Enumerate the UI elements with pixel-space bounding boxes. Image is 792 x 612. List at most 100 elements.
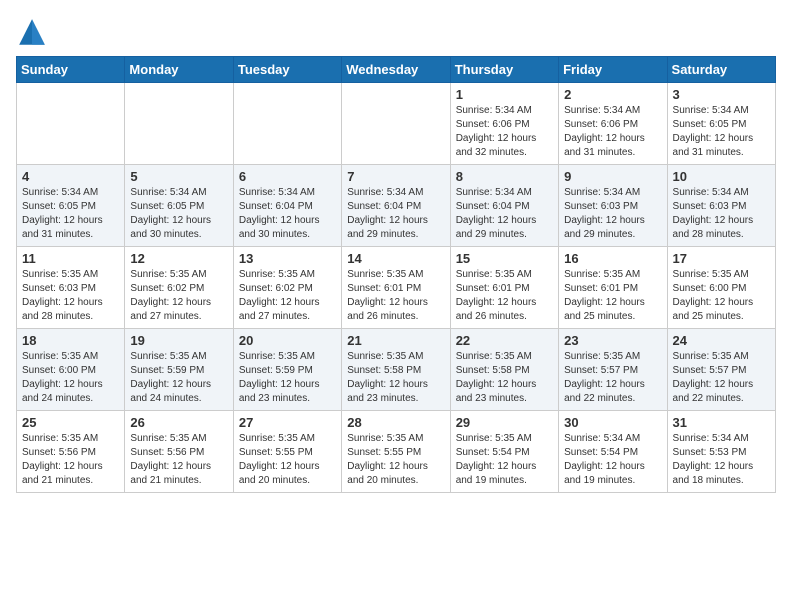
day-cell: 25Sunrise: 5:35 AM Sunset: 5:56 PM Dayli…: [17, 411, 125, 493]
day-cell: 2Sunrise: 5:34 AM Sunset: 6:06 PM Daylig…: [559, 83, 667, 165]
day-info: Sunrise: 5:35 AM Sunset: 5:55 PM Dayligh…: [347, 432, 445, 488]
day-cell: 7 Sunrise: 5:34 AM Sunset: 6:04 PM Daylig…: [342, 165, 450, 247]
day-number: 30: [564, 415, 662, 430]
day-cell: 5 Sunrise: 5:34 AM Sunset: 6:05 PM Daylig…: [125, 165, 233, 247]
day-info: Sunrise: 5:34 AM Sunset: 6:05 PM Dayligh…: [130, 186, 228, 242]
day-cell: 14 Sunrise: 5:35 AM Sunset: 6:01 PM Dayli…: [342, 247, 450, 329]
day-cell: [233, 83, 341, 165]
header: [16, 16, 776, 48]
day-number: 4: [22, 169, 120, 184]
header-sunday: Sunday: [17, 57, 125, 83]
day-cell: 11 Sunrise: 5:35 AM Sunset: 6:03 PM Dayli…: [17, 247, 125, 329]
day-cell: 22 Sunrise: 5:35 AM Sunset: 5:58 PM Dayli…: [450, 329, 558, 411]
day-cell: 16Sunrise: 5:35 AM Sunset: 6:01 PM Dayli…: [559, 247, 667, 329]
day-cell: 31 Sunrise: 5:34 AM Sunset: 5:53 PM Dayli…: [667, 411, 775, 493]
day-info: Sunrise: 5:34 AM Sunset: 6:03 PM Dayligh…: [564, 186, 662, 242]
day-cell: 19 Sunrise: 5:35 AM Sunset: 5:59 PM Dayli…: [125, 329, 233, 411]
day-number: 9: [564, 169, 662, 184]
day-info: Sunrise: 5:35 AM Sunset: 5:55 PM Dayligh…: [239, 432, 337, 488]
day-number: 11: [22, 251, 120, 266]
day-info: Sunrise: 5:35 AM Sunset: 5:57 PM Dayligh…: [673, 350, 771, 406]
day-info: Sunrise: 5:34 AM Sunset: 5:54 PM Dayligh…: [564, 432, 662, 488]
day-cell: 23Sunrise: 5:35 AM Sunset: 5:57 PM Dayli…: [559, 329, 667, 411]
day-number: 16: [564, 251, 662, 266]
week-row-0: 1 Sunrise: 5:34 AM Sunset: 6:06 PM Daylig…: [17, 83, 776, 165]
day-info: Sunrise: 5:34 AM Sunset: 6:04 PM Dayligh…: [239, 186, 337, 242]
week-row-3: 18 Sunrise: 5:35 AM Sunset: 6:00 PM Dayli…: [17, 329, 776, 411]
day-info: Sunrise: 5:34 AM Sunset: 6:05 PM Dayligh…: [22, 186, 120, 242]
day-info: Sunrise: 5:35 AM Sunset: 5:57 PM Dayligh…: [564, 350, 662, 406]
day-number: 14: [347, 251, 445, 266]
day-info: Sunrise: 5:35 AM Sunset: 5:59 PM Dayligh…: [130, 350, 228, 406]
header-saturday: Saturday: [667, 57, 775, 83]
day-number: 22: [456, 333, 554, 348]
day-info: Sunrise: 5:34 AM Sunset: 6:05 PM Dayligh…: [673, 104, 771, 160]
day-number: 6: [239, 169, 337, 184]
day-cell: 1 Sunrise: 5:34 AM Sunset: 6:06 PM Daylig…: [450, 83, 558, 165]
day-cell: 20 Sunrise: 5:35 AM Sunset: 5:59 PM Dayli…: [233, 329, 341, 411]
day-info: Sunrise: 5:35 AM Sunset: 6:00 PM Dayligh…: [22, 350, 120, 406]
day-number: 29: [456, 415, 554, 430]
day-cell: 9 Sunrise: 5:34 AM Sunset: 6:03 PM Daylig…: [559, 165, 667, 247]
header-monday: Monday: [125, 57, 233, 83]
day-cell: 29 Sunrise: 5:35 AM Sunset: 5:54 PM Dayli…: [450, 411, 558, 493]
header-thursday: Thursday: [450, 57, 558, 83]
week-row-1: 4 Sunrise: 5:34 AM Sunset: 6:05 PM Daylig…: [17, 165, 776, 247]
day-number: 7: [347, 169, 445, 184]
day-cell: 24 Sunrise: 5:35 AM Sunset: 5:57 PM Dayli…: [667, 329, 775, 411]
day-cell: 13 Sunrise: 5:35 AM Sunset: 6:02 PM Dayli…: [233, 247, 341, 329]
day-info: Sunrise: 5:34 AM Sunset: 6:04 PM Dayligh…: [347, 186, 445, 242]
day-info: Sunrise: 5:35 AM Sunset: 5:54 PM Dayligh…: [456, 432, 554, 488]
day-info: Sunrise: 5:34 AM Sunset: 6:03 PM Dayligh…: [673, 186, 771, 242]
day-number: 10: [673, 169, 771, 184]
day-number: 25: [22, 415, 120, 430]
day-info: Sunrise: 5:35 AM Sunset: 6:03 PM Dayligh…: [22, 268, 120, 324]
header-wednesday: Wednesday: [342, 57, 450, 83]
calendar-header-row: SundayMondayTuesdayWednesdayThursdayFrid…: [17, 57, 776, 83]
header-friday: Friday: [559, 57, 667, 83]
day-number: 31: [673, 415, 771, 430]
day-cell: 10 Sunrise: 5:34 AM Sunset: 6:03 PM Dayli…: [667, 165, 775, 247]
day-info: Sunrise: 5:35 AM Sunset: 6:02 PM Dayligh…: [239, 268, 337, 324]
day-number: 24: [673, 333, 771, 348]
day-info: Sunrise: 5:34 AM Sunset: 5:53 PM Dayligh…: [673, 432, 771, 488]
day-cell: 15Sunrise: 5:35 AM Sunset: 6:01 PM Dayli…: [450, 247, 558, 329]
logo-icon: [16, 16, 48, 48]
day-cell: 12 Sunrise: 5:35 AM Sunset: 6:02 PM Dayli…: [125, 247, 233, 329]
header-tuesday: Tuesday: [233, 57, 341, 83]
day-cell: 28Sunrise: 5:35 AM Sunset: 5:55 PM Dayli…: [342, 411, 450, 493]
day-number: 1: [456, 87, 554, 102]
day-cell: 30 Sunrise: 5:34 AM Sunset: 5:54 PM Dayli…: [559, 411, 667, 493]
day-info: Sunrise: 5:34 AM Sunset: 6:06 PM Dayligh…: [564, 104, 662, 160]
logo: [16, 16, 52, 48]
day-number: 26: [130, 415, 228, 430]
day-info: Sunrise: 5:35 AM Sunset: 5:58 PM Dayligh…: [456, 350, 554, 406]
day-cell: [17, 83, 125, 165]
day-cell: 26 Sunrise: 5:35 AM Sunset: 5:56 PM Dayli…: [125, 411, 233, 493]
day-number: 3: [673, 87, 771, 102]
day-info: Sunrise: 5:35 AM Sunset: 5:59 PM Dayligh…: [239, 350, 337, 406]
day-cell: 21Sunrise: 5:35 AM Sunset: 5:58 PM Dayli…: [342, 329, 450, 411]
day-number: 12: [130, 251, 228, 266]
day-cell: 3 Sunrise: 5:34 AM Sunset: 6:05 PM Daylig…: [667, 83, 775, 165]
day-number: 18: [22, 333, 120, 348]
day-info: Sunrise: 5:35 AM Sunset: 6:00 PM Dayligh…: [673, 268, 771, 324]
day-cell: 8Sunrise: 5:34 AM Sunset: 6:04 PM Daylig…: [450, 165, 558, 247]
day-number: 19: [130, 333, 228, 348]
day-cell: 27 Sunrise: 5:35 AM Sunset: 5:55 PM Dayli…: [233, 411, 341, 493]
day-info: Sunrise: 5:35 AM Sunset: 6:02 PM Dayligh…: [130, 268, 228, 324]
day-info: Sunrise: 5:34 AM Sunset: 6:06 PM Dayligh…: [456, 104, 554, 160]
day-info: Sunrise: 5:35 AM Sunset: 5:56 PM Dayligh…: [130, 432, 228, 488]
day-number: 27: [239, 415, 337, 430]
day-number: 15: [456, 251, 554, 266]
day-info: Sunrise: 5:35 AM Sunset: 6:01 PM Dayligh…: [347, 268, 445, 324]
day-info: Sunrise: 5:35 AM Sunset: 5:58 PM Dayligh…: [347, 350, 445, 406]
day-number: 20: [239, 333, 337, 348]
day-number: 5: [130, 169, 228, 184]
week-row-4: 25 Sunrise: 5:35 AM Sunset: 5:56 PM Dayli…: [17, 411, 776, 493]
day-number: 13: [239, 251, 337, 266]
day-cell: 18 Sunrise: 5:35 AM Sunset: 6:00 PM Dayli…: [17, 329, 125, 411]
day-cell: 6 Sunrise: 5:34 AM Sunset: 6:04 PM Daylig…: [233, 165, 341, 247]
day-info: Sunrise: 5:34 AM Sunset: 6:04 PM Dayligh…: [456, 186, 554, 242]
day-cell: [125, 83, 233, 165]
